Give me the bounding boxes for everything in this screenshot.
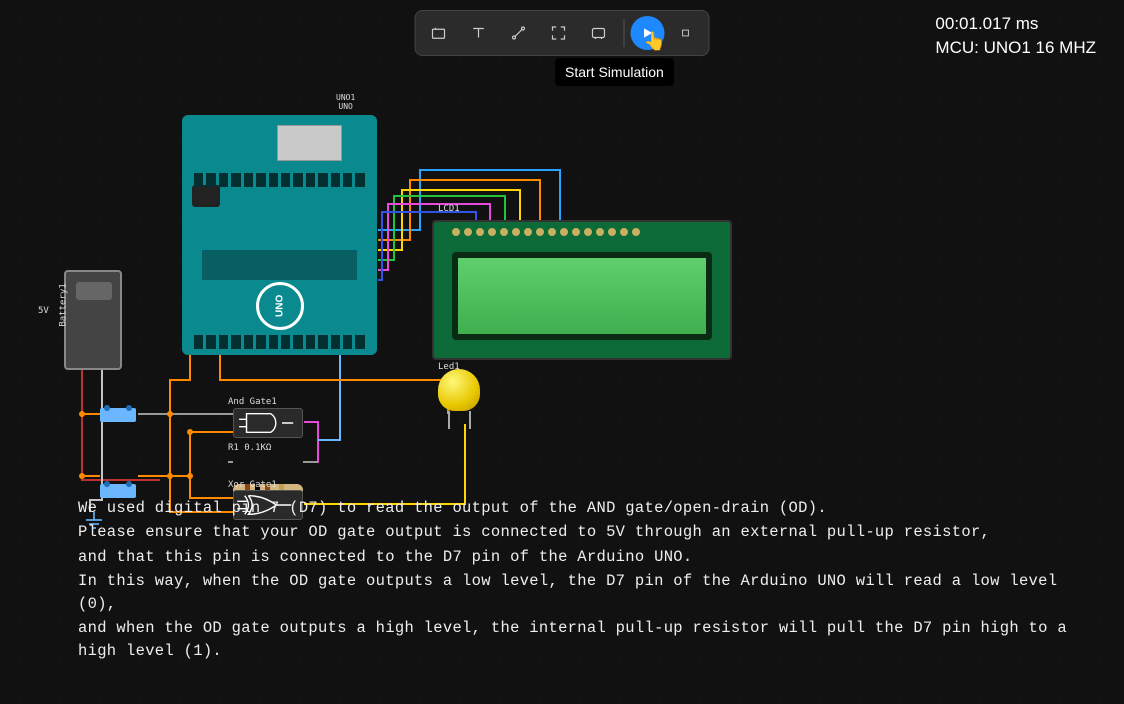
arduino-logo-icon: UNO [256, 282, 304, 330]
battery-voltage-label: 5V [38, 306, 49, 316]
resistor-label: R1 0.1KΩ [228, 443, 271, 453]
arduino-header-bottom [194, 335, 365, 349]
arduino-header-top [194, 173, 365, 187]
battery-component[interactable] [64, 270, 122, 370]
help-line: Please ensure that your OD gate output i… [78, 521, 1094, 543]
lcd-display[interactable] [432, 220, 732, 360]
lcd-label: LCD1 [438, 204, 460, 214]
switch-1[interactable] [100, 408, 136, 422]
help-line: and that this pin is connected to the D7… [78, 546, 1094, 568]
and-gate[interactable] [233, 408, 303, 438]
arduino-power-jack [192, 185, 220, 207]
lcd-screen [452, 252, 712, 340]
battery-label: Battery1 [59, 283, 69, 326]
help-line: We used digital pin 7 (D7) to read the o… [78, 497, 1094, 519]
help-line: and when the OD gate outputs a high leve… [78, 617, 1094, 662]
arduino-mcu-chip [202, 250, 357, 280]
xor-gate-label: Xor Gate1 [228, 480, 277, 490]
help-line: In this way, when the OD gate outputs a … [78, 570, 1094, 615]
explanation-text: We used digital pin 7 (D7) to read the o… [78, 497, 1094, 664]
led-bulb-icon [438, 369, 480, 411]
arduino-usb-port [277, 125, 342, 161]
and-gate-label: And Gate1 [228, 397, 277, 407]
lcd-header-pins [452, 228, 712, 236]
led-component[interactable] [438, 369, 480, 424]
arduino-uno-board[interactable]: UNO [182, 115, 377, 355]
arduino-label: UNO1 UNO [336, 94, 355, 112]
